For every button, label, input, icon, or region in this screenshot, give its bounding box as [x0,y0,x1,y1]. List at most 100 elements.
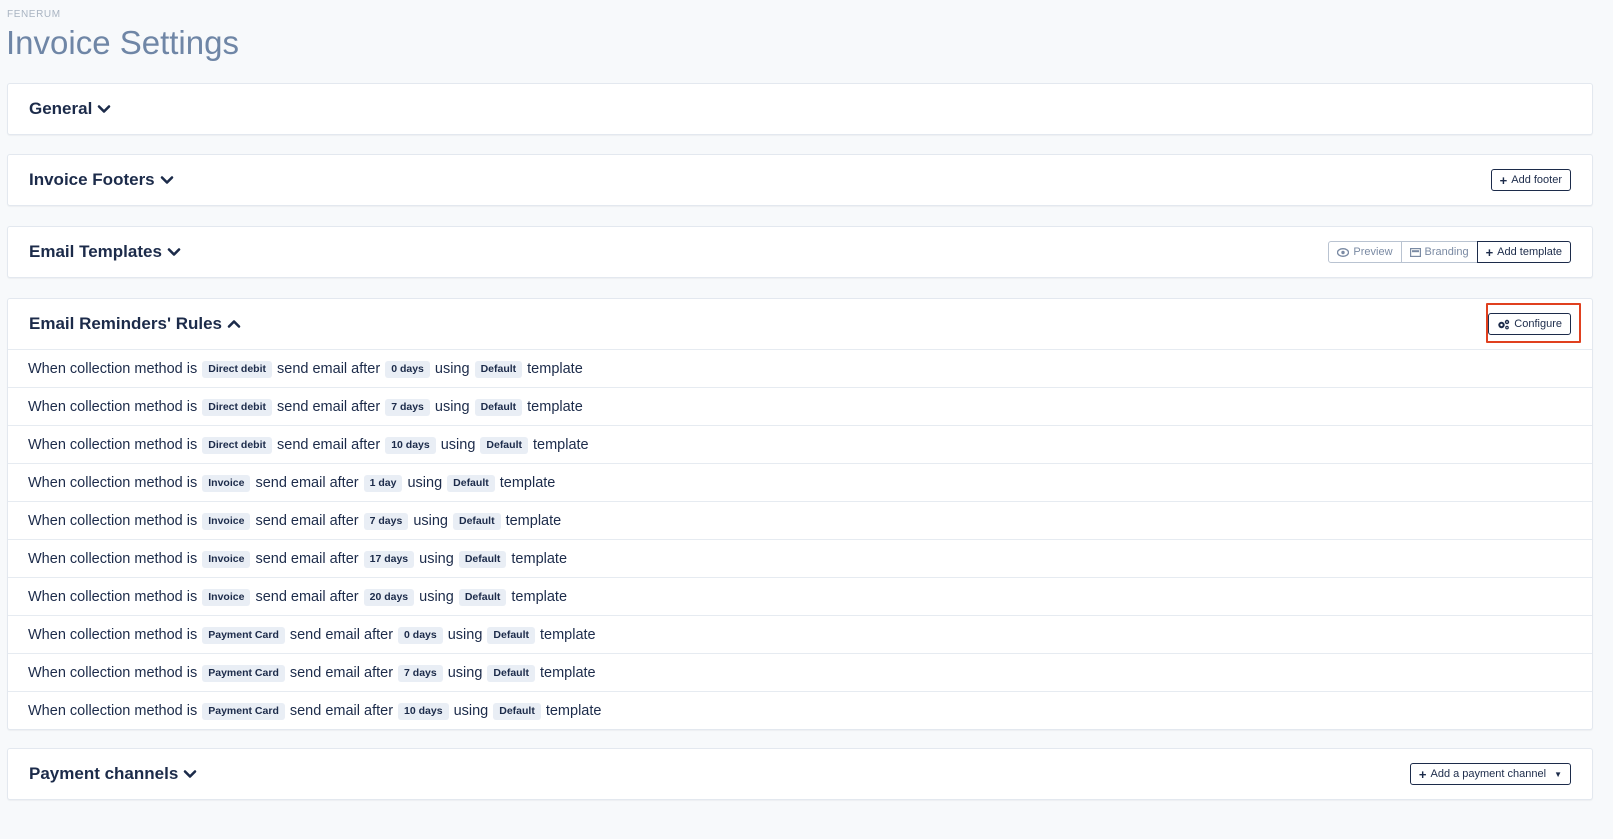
template-badge: Default [474,399,523,416]
reminder-rule-row: When collection method is Invoice send e… [8,464,1592,502]
add-payment-channel-button[interactable]: + Add a payment channel ▼ [1409,763,1571,785]
cogs-icon [1498,319,1510,329]
email-reminders-toggle[interactable]: Email Reminders' Rules [29,314,241,334]
rule-prefix: When collection method is [28,588,198,605]
preview-label: Preview [1353,246,1393,258]
days-badge: 0 days [398,627,443,644]
reminder-rule-row: When collection method is Invoice send e… [8,578,1592,616]
rule-prefix: When collection method is [28,550,198,567]
collection-method-badge: Direct debit [202,437,273,454]
rule-suffix: template [540,664,596,681]
add-footer-button[interactable]: + Add footer [1490,169,1571,191]
days-badge: 1 day [363,475,403,492]
collection-method-badge: Payment Card [202,703,285,720]
rule-prefix: When collection method is [28,664,198,681]
branding-button[interactable]: Branding [1400,241,1478,263]
rule-mid: send email after [255,550,359,567]
rule-using: using [407,474,443,491]
invoice-footers-header: Invoice Footers + Add footer [8,155,1592,205]
rule-mid: send email after [277,360,381,377]
days-badge: 10 days [385,437,436,454]
rule-using: using [419,588,454,605]
days-badge: 7 days [385,399,430,416]
email-reminders-section: Email Reminders' Rules Configure When co… [7,298,1593,730]
add-payment-channel-label: Add a payment channel [1430,768,1547,780]
invoice-footers-toggle[interactable]: Invoice Footers [29,170,174,190]
caret-down-icon: ▼ [1554,769,1562,779]
add-template-label: Add template [1497,246,1562,258]
rule-using: using [453,702,489,719]
email-templates-title: Email Templates [29,242,162,261]
reminder-rule-row: When collection method is Payment Card s… [8,692,1592,729]
rule-prefix: When collection method is [28,512,198,529]
add-footer-label: Add footer [1511,174,1562,186]
collection-method-badge: Invoice [202,551,251,568]
rule-using: using [419,550,454,567]
collection-method-badge: Direct debit [202,361,273,378]
template-badge: Default [493,703,541,720]
rule-mid: send email after [255,512,359,529]
rule-prefix: When collection method is [28,436,198,453]
rule-prefix: When collection method is [28,398,198,415]
reminder-rule-row: When collection method is Direct debit s… [8,388,1592,426]
rule-prefix: When collection method is [28,474,198,491]
configure-button[interactable]: Configure [1488,313,1571,335]
plus-icon: + [1499,172,1508,188]
email-reminders-header: Email Reminders' Rules Configure [8,299,1592,349]
chevron-down-icon [183,770,197,778]
days-badge: 10 days [398,703,449,720]
rule-suffix: template [505,512,562,529]
template-badge: Default [458,589,507,606]
email-templates-header: Email Templates Preview Branding + Add t… [8,227,1592,277]
payment-channels-toggle[interactable]: Payment channels [29,764,197,784]
collection-method-badge: Payment Card [202,665,285,682]
chevron-down-icon [98,105,111,113]
rule-suffix: template [527,360,583,377]
email-templates-button-group: Preview Branding + Add template [1328,241,1571,263]
email-reminders-title: Email Reminders' Rules [29,314,223,333]
chevron-down-icon [167,248,181,256]
chevron-up-icon [227,320,241,328]
preview-button[interactable]: Preview [1328,241,1402,263]
template-badge: Default [447,475,495,492]
reminder-rule-row: When collection method is Direct debit s… [8,350,1592,388]
rule-suffix: template [527,398,583,415]
rule-mid: send email after [255,588,359,605]
reminder-rule-row: When collection method is Invoice send e… [8,502,1592,540]
general-header: General [8,84,1592,134]
add-template-button[interactable]: + Add template [1476,241,1571,263]
plus-icon: + [1485,244,1494,260]
rule-using: using [447,664,483,681]
days-badge: 7 days [398,665,443,682]
brand-label: FENERUM [7,9,61,20]
email-templates-section: Email Templates Preview Branding + Add t… [7,226,1593,278]
template-badge: Default [487,627,535,644]
collection-method-badge: Payment Card [202,627,285,644]
rule-suffix: template [532,436,589,453]
rule-prefix: When collection method is [28,702,198,719]
template-badge: Default [452,513,501,530]
rule-using: using [413,512,448,529]
collection-method-badge: Invoice [202,475,251,492]
general-title: General [29,99,93,118]
collection-method-badge: Invoice [202,589,251,606]
reminder-rule-row: When collection method is Invoice send e… [8,540,1592,578]
image-icon [1409,247,1421,257]
chevron-down-icon [160,176,173,184]
rule-prefix: When collection method is [28,626,198,643]
eye-icon [1337,247,1350,257]
rule-mid: send email after [289,702,394,719]
payment-channels-header: Payment channels + Add a payment channel… [8,749,1592,799]
plus-icon: + [1418,766,1427,782]
days-badge: 20 days [363,589,415,606]
email-templates-toggle[interactable]: Email Templates [29,242,181,262]
rule-mid: send email after [289,664,394,681]
rule-mid: send email after [289,626,394,643]
general-toggle[interactable]: General [29,99,111,119]
rule-suffix: template [499,474,556,491]
days-badge: 0 days [385,361,430,378]
rule-mid: send email after [277,436,381,453]
collection-method-badge: Direct debit [202,399,273,416]
payment-channels-section: Payment channels + Add a payment channel… [7,748,1593,800]
payment-channels-title: Payment channels [29,764,179,783]
